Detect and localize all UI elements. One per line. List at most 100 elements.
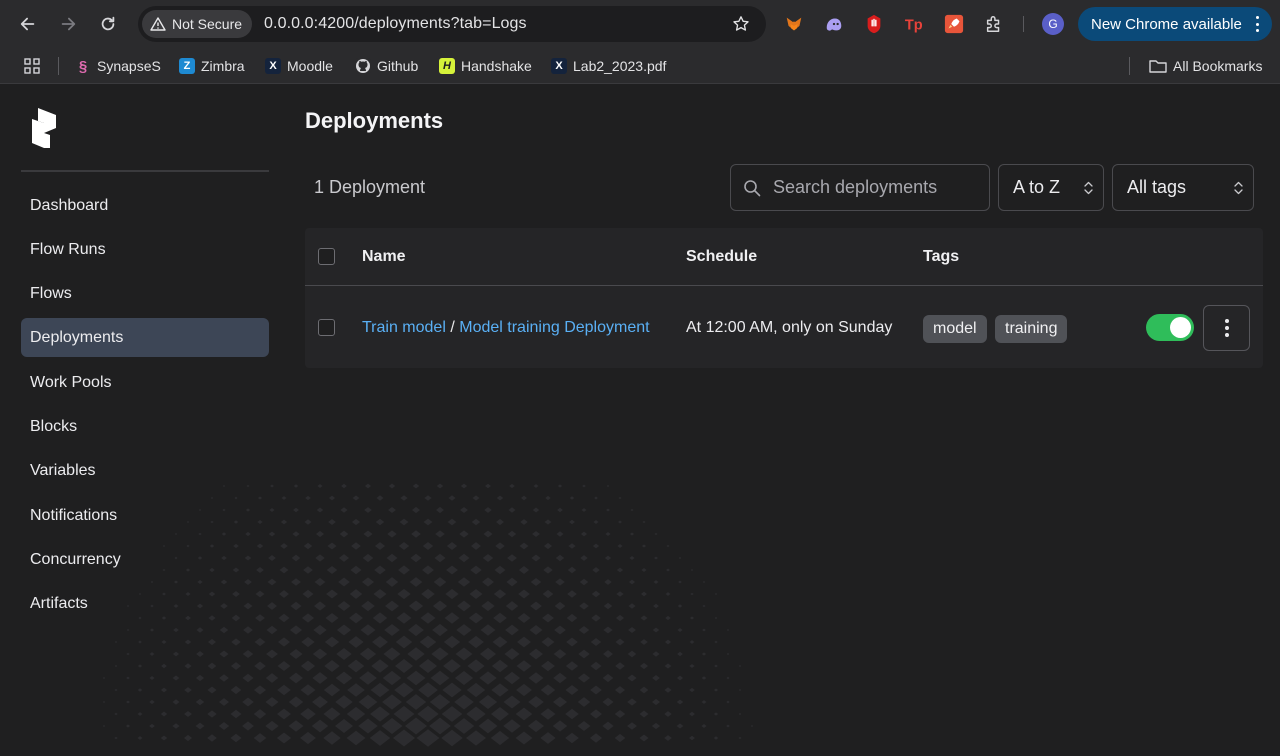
header-schedule[interactable]: Schedule	[686, 248, 757, 266]
row-checkbox[interactable]	[318, 319, 335, 336]
back-button[interactable]	[16, 12, 40, 36]
security-chip[interactable]: Not Secure	[142, 10, 253, 38]
tags-value: All tags	[1127, 177, 1187, 197]
background-dot	[614, 733, 626, 743]
deployment-link[interactable]: Model training Deployment	[459, 319, 649, 336]
deployment-count: 1 Deployment	[314, 177, 426, 197]
bookmark-lab2[interactable]: X Lab2_2023.pdf	[551, 56, 666, 76]
background-dot	[336, 648, 352, 660]
background-dot	[515, 731, 533, 745]
background-dot	[418, 659, 438, 673]
background-dot	[301, 636, 315, 648]
background-dot	[602, 697, 614, 707]
sidebar-item-work-pools[interactable]: Work Pools	[21, 363, 269, 402]
warning-icon	[150, 17, 166, 31]
background-dot	[443, 659, 461, 673]
sidebar-item-deployments[interactable]: Deployments	[21, 318, 269, 357]
address-bar[interactable]: Not Secure 0.0.0.0:4200/deployments?tab=…	[138, 6, 766, 42]
apps-grid-icon[interactable]	[24, 58, 40, 74]
background-dot	[338, 577, 350, 587]
sidebar-item-dashboard[interactable]: Dashboard	[21, 186, 269, 225]
bookmark-moodle[interactable]: X Moodle	[265, 56, 333, 76]
bookmark-synapses[interactable]: § SynapseS	[75, 56, 161, 76]
sidebar-item-notifications[interactable]: Notifications	[21, 496, 269, 535]
header-name[interactable]: Name	[362, 248, 406, 266]
chevron-up-down-icon	[1084, 181, 1093, 195]
flow-link[interactable]: Train model	[362, 319, 446, 336]
search-input[interactable]	[773, 177, 973, 198]
background-dot	[348, 636, 364, 648]
bookmark-star-icon[interactable]	[732, 15, 750, 33]
background-dot	[750, 725, 754, 727]
page-title: Deployments	[305, 108, 444, 133]
background-dot	[412, 483, 420, 489]
background-dot	[554, 601, 566, 611]
sidebar-item-flows[interactable]: Flows	[21, 274, 269, 313]
all-bookmarks-button[interactable]: All Bookmarks	[1149, 56, 1262, 76]
ghost-extension-icon[interactable]	[823, 13, 845, 35]
background-dot	[436, 483, 444, 489]
background-dot	[324, 660, 340, 672]
forward-button[interactable]	[56, 12, 80, 36]
bookmark-handshake[interactable]: H Handshake	[439, 56, 532, 76]
background-dot	[313, 601, 327, 611]
select-all-checkbox[interactable]	[318, 248, 335, 265]
background-dot	[482, 577, 494, 587]
bookmark-github[interactable]: Github	[355, 56, 418, 76]
deployment-active-toggle[interactable]	[1146, 314, 1194, 341]
rocket-extension-icon[interactable]	[943, 13, 965, 35]
background-dot	[315, 554, 325, 562]
background-dot	[346, 730, 366, 746]
background-dot	[409, 577, 423, 587]
background-dot	[508, 507, 516, 513]
background-dot	[605, 532, 611, 536]
sidebar-item-variables[interactable]: Variables	[21, 451, 269, 490]
background-dot	[408, 623, 424, 637]
background-dot	[323, 707, 341, 721]
tags-select[interactable]: All tags	[1112, 164, 1254, 211]
header-tags[interactable]: Tags	[923, 248, 959, 266]
prefect-logo-icon[interactable]	[28, 106, 60, 150]
stop-hand-icon[interactable]	[863, 13, 885, 35]
sidebar-item-artifacts[interactable]: Artifacts	[21, 584, 269, 623]
extensions-puzzle-icon[interactable]	[983, 13, 1005, 35]
background-dot	[594, 496, 598, 500]
sidebar-item-concurrency[interactable]: Concurrency	[21, 540, 269, 579]
background-dot	[616, 567, 624, 573]
sidebar-item-blocks[interactable]: Blocks	[21, 407, 269, 446]
background-dot	[642, 520, 646, 524]
url-text[interactable]: 0.0.0.0:4200/deployments?tab=Logs	[264, 15, 527, 33]
background-dot	[374, 542, 386, 550]
bookmark-label: Zimbra	[201, 58, 245, 74]
profile-avatar[interactable]: G	[1042, 13, 1064, 35]
background-dot	[640, 639, 648, 645]
background-dot	[664, 687, 672, 693]
arrow-right-icon	[61, 17, 76, 31]
search-deployments[interactable]	[730, 164, 990, 211]
bookmark-zimbra[interactable]: Z Zimbra	[179, 56, 245, 76]
tp-extension-icon[interactable]: Tp	[903, 13, 925, 35]
background-dot	[375, 518, 385, 526]
sort-select[interactable]: A to Z	[998, 164, 1104, 211]
background-dot	[393, 729, 415, 747]
background-dot	[395, 635, 413, 649]
background-dot	[507, 530, 517, 538]
background-dot	[606, 508, 610, 512]
background-dot	[325, 612, 339, 624]
background-dot	[334, 719, 354, 733]
background-dot	[314, 577, 326, 587]
update-chrome-button[interactable]: New Chrome available	[1078, 7, 1272, 41]
chrome-menu-icon[interactable]	[1256, 16, 1260, 32]
synapse-icon: §	[78, 57, 88, 75]
sidebar-item-flow-runs[interactable]: Flow Runs	[21, 230, 269, 269]
background-dot	[421, 588, 435, 600]
background-dot	[313, 624, 327, 636]
background-dot	[590, 661, 602, 671]
metamask-icon[interactable]	[783, 13, 805, 35]
reload-button[interactable]	[96, 12, 120, 36]
background-dot	[577, 673, 591, 683]
background-dot	[388, 483, 396, 489]
row-menu-button[interactable]	[1203, 305, 1250, 351]
background-dot	[494, 565, 506, 575]
background-dot	[553, 672, 567, 684]
